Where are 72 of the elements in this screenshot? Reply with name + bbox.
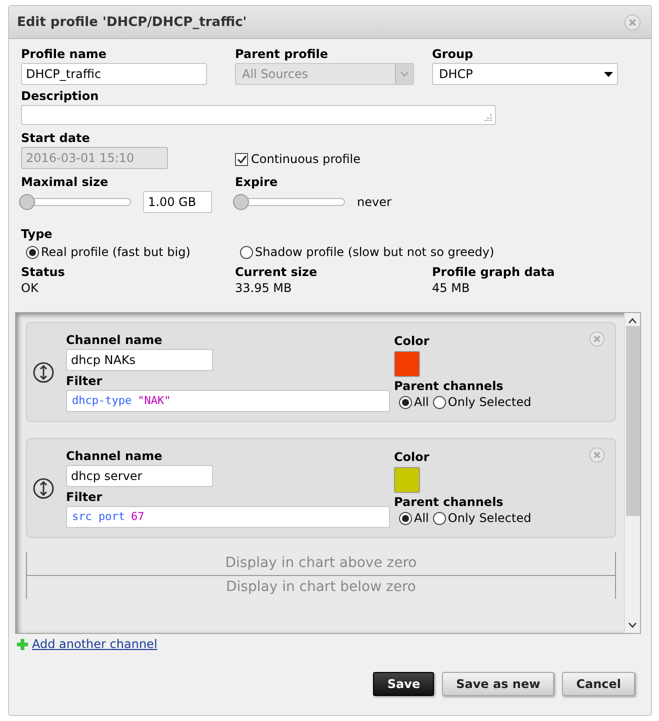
field-label: Parent channels xyxy=(394,379,504,394)
field-label: Parent channels xyxy=(394,495,504,510)
size-field[interactable]: 1.00 GB xyxy=(143,191,212,213)
slider-thumb[interactable] xyxy=(233,194,249,210)
radio-button[interactable] xyxy=(432,512,446,525)
check-icon xyxy=(236,155,246,164)
chart-zone-label: Display in chart below zero xyxy=(27,575,615,599)
field-label: Channel name xyxy=(66,448,164,464)
drag-handle-icon[interactable] xyxy=(33,478,54,498)
close-icon[interactable] xyxy=(624,14,641,30)
scroll-up-icon[interactable] xyxy=(628,318,637,324)
checkbox-label: Continuous profile xyxy=(251,152,360,167)
field-label: Description xyxy=(21,89,100,104)
slider-track[interactable] xyxy=(19,194,131,210)
radio-button[interactable] xyxy=(399,396,412,409)
option-label: Only Selected xyxy=(448,511,532,526)
drag-handle-icon[interactable] xyxy=(33,362,54,382)
info-label: Current size xyxy=(235,265,318,280)
field-label: Filter xyxy=(66,490,104,504)
close-icon[interactable] xyxy=(589,447,605,463)
profile-name-field[interactable]: DHCP_traffic xyxy=(21,63,207,85)
field-label: Type xyxy=(21,227,54,242)
field-label: Expire xyxy=(235,175,279,190)
dialog-button[interactable]: Cancel xyxy=(562,672,635,696)
field-label: Start date xyxy=(21,131,91,146)
group-select[interactable]: DHCP xyxy=(432,63,618,85)
chevron-icon xyxy=(400,71,409,77)
dialog-button[interactable]: Save xyxy=(373,672,434,696)
slider-track[interactable] xyxy=(233,194,345,210)
field-label: Color xyxy=(394,334,430,349)
resize-grip-icon[interactable] xyxy=(485,114,492,121)
chart-zone-label: Display in chart above zero xyxy=(224,554,418,573)
scroll-down-icon[interactable] xyxy=(628,622,637,628)
radio-button[interactable] xyxy=(240,246,253,259)
expire-reading: never xyxy=(357,194,392,210)
info-value: OK xyxy=(21,281,40,296)
option-label: Only Selected xyxy=(448,395,532,410)
radio-button[interactable] xyxy=(399,512,412,525)
dialog-button[interactable]: Save as new xyxy=(442,672,554,696)
channel-name-field[interactable]: dhcp NAKs xyxy=(66,348,213,370)
caret-icon xyxy=(604,72,612,76)
description-field[interactable] xyxy=(21,105,496,125)
option-label: All xyxy=(414,511,429,526)
field-label: Color xyxy=(394,450,430,465)
radio-button[interactable] xyxy=(26,246,39,259)
scroll-thumb[interactable] xyxy=(626,326,640,516)
add-channel-link[interactable]: Add another channel xyxy=(32,637,158,651)
close-icon[interactable] xyxy=(589,331,605,347)
info-label: Profile graph data xyxy=(432,265,556,280)
field-label: Group xyxy=(432,47,474,62)
field-label: Channel name xyxy=(66,332,164,348)
field-label: Profile name xyxy=(21,47,108,62)
info-value: 45 MB xyxy=(432,281,471,296)
plus-icon[interactable] xyxy=(17,638,28,650)
scrollbar[interactable] xyxy=(624,313,640,633)
option-label: Real profile (fast but big) xyxy=(41,245,190,260)
channel-name-field[interactable]: dhcp server xyxy=(66,464,213,486)
window-title: Edit profile 'DHCP/DHCP_traffic' xyxy=(17,14,247,30)
radio-button[interactable] xyxy=(432,396,446,409)
field-label: Filter xyxy=(66,374,104,388)
field-label: Parent profile xyxy=(235,47,329,62)
color-swatch[interactable] xyxy=(394,467,420,493)
slider-thumb[interactable] xyxy=(19,194,35,210)
color-swatch[interactable] xyxy=(394,351,420,377)
field-label: Maximal size xyxy=(21,175,110,190)
filter-field[interactable]: src port 67 xyxy=(66,506,390,528)
option-label: All xyxy=(414,395,429,410)
info-label: Status xyxy=(21,265,66,280)
checkbox[interactable] xyxy=(235,153,248,166)
option-label: Shadow profile (slow but not so greedy) xyxy=(255,245,494,260)
info-value: 33.95 MB xyxy=(235,281,293,296)
filter-field[interactable]: dhcp-type "NAK" xyxy=(66,390,390,412)
